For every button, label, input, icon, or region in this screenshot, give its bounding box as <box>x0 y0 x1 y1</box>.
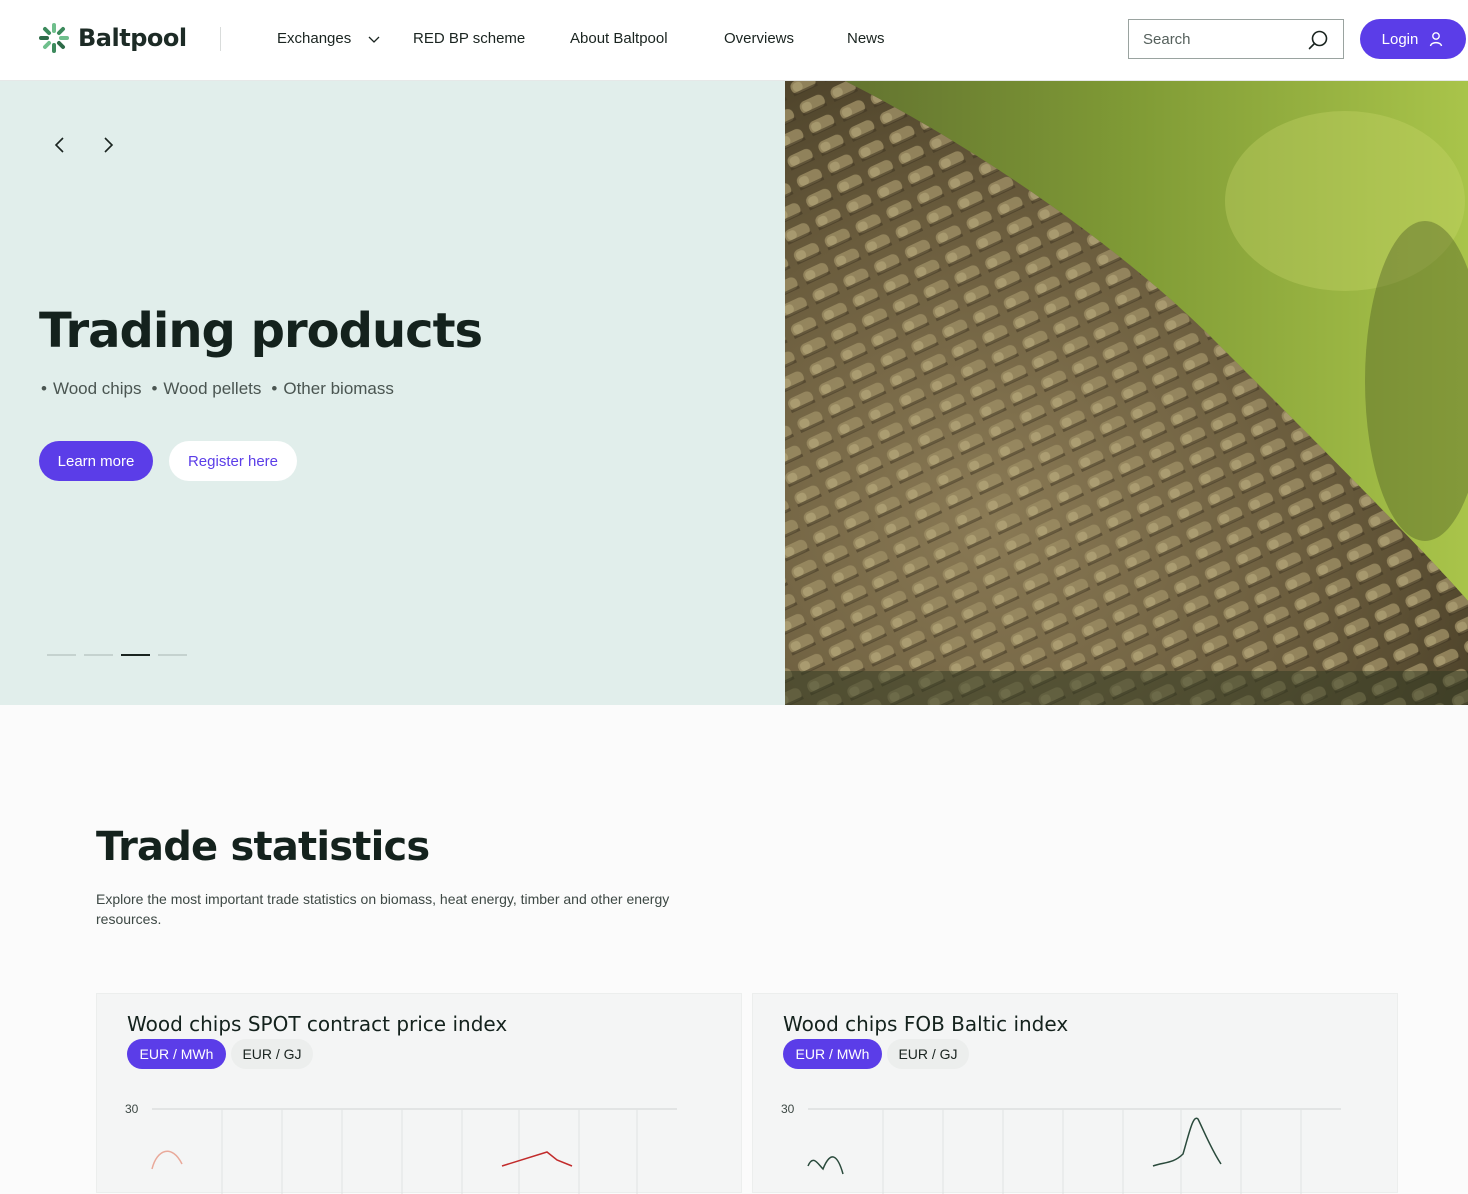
logo-divider <box>220 27 221 51</box>
baltpool-logo-icon <box>39 23 69 53</box>
baltpool-logo[interactable]: Baltpool <box>38 22 187 54</box>
chevron-down-icon <box>368 36 380 43</box>
bullet-icon: • <box>151 379 158 398</box>
search-input[interactable] <box>1143 30 1293 48</box>
carousel-dot[interactable] <box>158 654 187 656</box>
nav-exchanges-label: Exchanges <box>277 30 352 47</box>
login-button[interactable]: Login <box>1360 19 1466 59</box>
nav-red-bp-label: RED BP scheme <box>413 30 526 47</box>
unit-toggle-eur-mwh[interactable]: EUR / MWh <box>127 1039 226 1069</box>
hero-product-item: Wood chips <box>52 379 142 398</box>
logo-text: Baltpool <box>78 24 187 52</box>
search-icon[interactable] <box>1307 29 1329 51</box>
bullet-icon: • <box>41 379 47 398</box>
y-tick-label: 30 <box>781 1102 795 1116</box>
user-icon <box>1430 32 1443 47</box>
unit-toggle-eur-mwh[interactable]: EUR / MWh <box>783 1039 882 1069</box>
nav-about-baltpool[interactable]: About Baltpool <box>570 30 668 47</box>
hero-product-item: Wood pellets <box>163 379 262 398</box>
trade-statistics-title: Trade statistics <box>96 824 430 870</box>
hero-title: Trading products <box>39 303 483 359</box>
carousel-dot-active[interactable] <box>121 654 150 656</box>
chevron-right-icon[interactable] <box>97 134 119 156</box>
nav-exchanges[interactable]: Exchanges <box>277 30 381 47</box>
nav-red-bp-scheme[interactable]: RED BP scheme <box>413 30 525 47</box>
y-tick-label: 30 <box>125 1102 139 1116</box>
register-button[interactable]: Register here <box>169 441 297 481</box>
nav-news[interactable]: News <box>847 30 885 47</box>
hero-product-item: Other biomass <box>283 379 394 398</box>
nav-overviews-label: Overviews <box>724 30 795 47</box>
wood-pellets-image <box>785 81 1468 705</box>
bullet-icon: • <box>271 379 278 398</box>
unit-toggle-eur-gj[interactable]: EUR / GJ <box>231 1039 313 1069</box>
learn-more-button[interactable]: Learn more <box>39 441 153 481</box>
search-box <box>1128 19 1344 59</box>
hero-image-wood-pellets <box>785 81 1468 705</box>
card-title: Wood chips FOB Baltic index <box>783 1012 1069 1036</box>
unit-toggle-eur-gj[interactable]: EUR / GJ <box>887 1039 969 1069</box>
carousel-dot[interactable] <box>47 654 76 656</box>
trade-statistics-description: Explore the most important trade statist… <box>96 891 670 927</box>
price-chart: 30 <box>781 1102 1341 1194</box>
card-title: Wood chips SPOT contract price index <box>127 1012 508 1036</box>
carousel-dot[interactable] <box>84 654 113 656</box>
hero-product-list: • Wood chips • Wood pellets • Other biom… <box>41 379 394 399</box>
login-label: Login <box>1381 30 1419 48</box>
nav-news-label: News <box>847 30 885 47</box>
nav-overviews[interactable]: Overviews <box>724 30 794 47</box>
price-chart: 30 <box>125 1102 677 1194</box>
chart-card-fob-baltic-index: Wood chips FOB Baltic index EUR / MWh EU… <box>752 993 1398 1194</box>
nav-about-label: About Baltpool <box>570 30 668 47</box>
chevron-left-icon[interactable] <box>49 134 71 156</box>
carousel-indicators <box>47 654 187 656</box>
site-header: Baltpool Exchanges RED BP scheme About B… <box>0 0 1468 81</box>
chart-card-spot-index: Wood chips SPOT contract price index EUR… <box>96 993 742 1194</box>
